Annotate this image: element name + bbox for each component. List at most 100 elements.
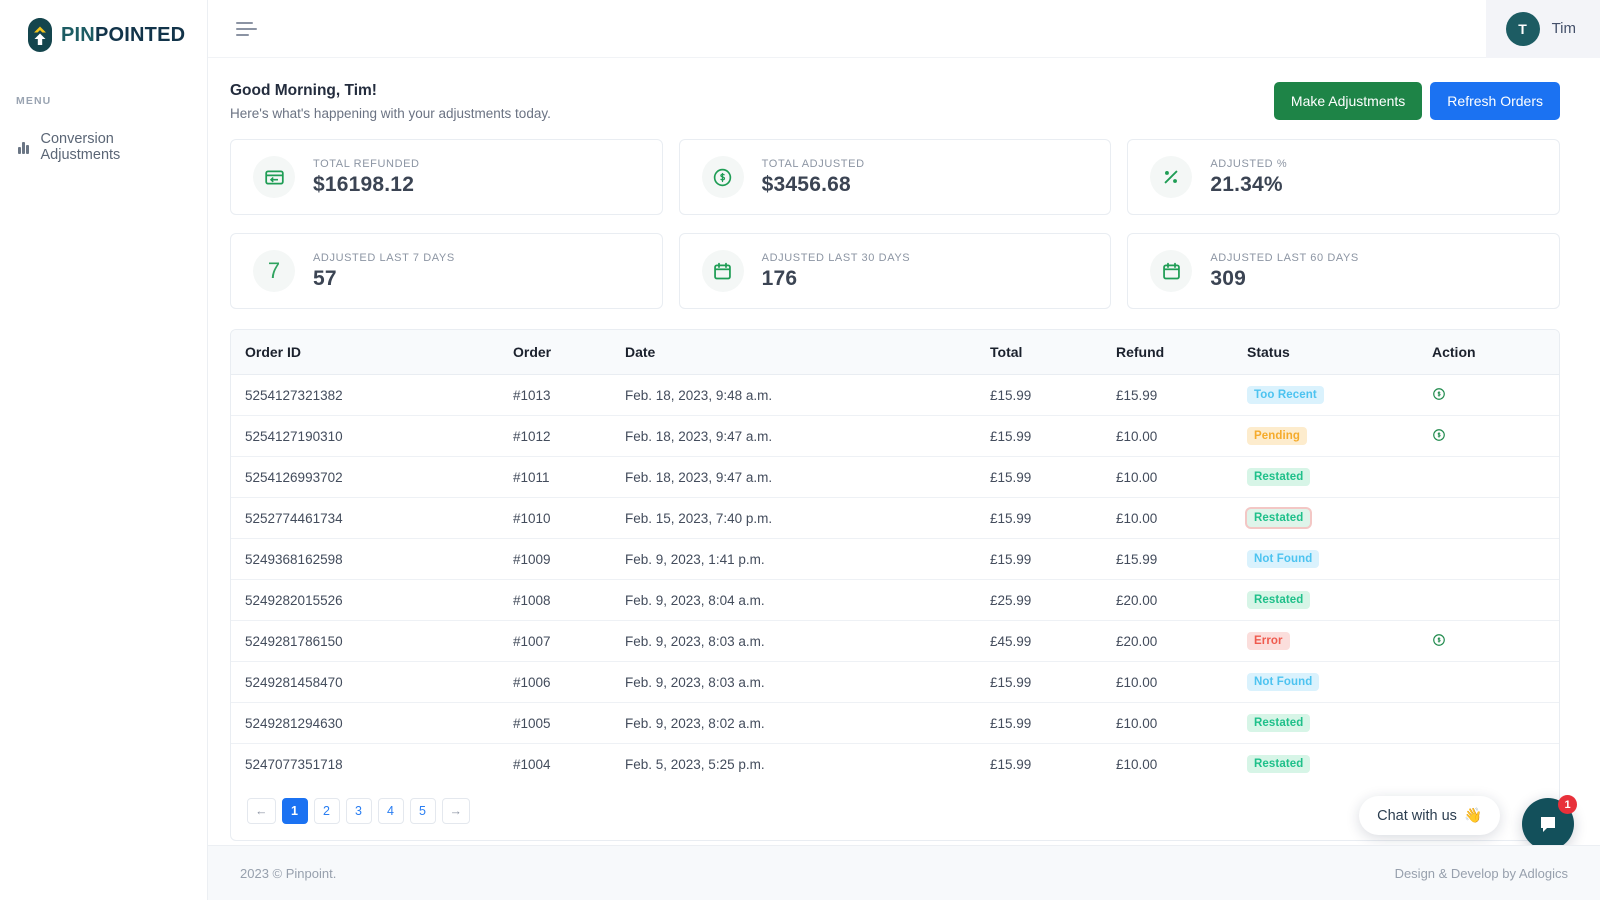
column-header-date[interactable]: Date (611, 330, 976, 375)
stat-label: ADJUSTED LAST 60 DAYS (1210, 252, 1359, 264)
greeting-row: Good Morning, Tim! Here's what's happeni… (230, 82, 1560, 121)
pagination-next-button[interactable]: → (442, 798, 471, 824)
stat-card-text: ADJUSTED LAST 60 DAYS 309 (1210, 252, 1359, 291)
cell-status: Too Recent (1233, 375, 1418, 416)
cell-order-id: 5249281458470 (231, 662, 499, 703)
cell-refund: £15.99 (1102, 539, 1233, 580)
cell-action (1418, 375, 1559, 416)
cell-order: #1011 (499, 457, 611, 498)
money-refresh-icon (702, 156, 744, 198)
adjust-icon[interactable] (1432, 635, 1446, 650)
adjust-icon[interactable] (1432, 389, 1446, 404)
column-header-total[interactable]: Total (976, 330, 1102, 375)
make-adjustments-button[interactable]: Make Adjustments (1274, 82, 1422, 120)
cell-action (1418, 703, 1559, 744)
status-badge: Error (1247, 632, 1290, 650)
cell-refund: £10.00 (1102, 662, 1233, 703)
cell-status: Pending (1233, 416, 1418, 457)
cell-status: Not Found (1233, 539, 1418, 580)
chat-launcher-button[interactable]: 1 (1522, 798, 1574, 850)
adjust-icon[interactable] (1432, 430, 1446, 445)
cell-action (1418, 457, 1559, 498)
column-header-refund[interactable]: Refund (1102, 330, 1233, 375)
table-row[interactable]: 5254127321382#1013Feb. 18, 2023, 9:48 a.… (231, 375, 1559, 416)
column-header-status[interactable]: Status (1233, 330, 1418, 375)
stat-cards-row-1: TOTAL REFUNDED $16198.12 TOTAL ADJUSTED (230, 139, 1560, 215)
app-logo[interactable]: PINPOINTED (0, 0, 207, 53)
table-row[interactable]: 5254127190310#1012Feb. 18, 2023, 9:47 a.… (231, 416, 1559, 457)
hamburger-icon[interactable] (232, 16, 261, 42)
cell-order: #1005 (499, 703, 611, 744)
pagination-page-4[interactable]: 4 (378, 798, 404, 824)
pagination-page-3[interactable]: 3 (346, 798, 372, 824)
stat-card-text: ADJUSTED LAST 30 DAYS 176 (762, 252, 911, 291)
table-row[interactable]: 5254126993702#1011Feb. 18, 2023, 9:47 a.… (231, 457, 1559, 498)
cell-total: £15.99 (976, 375, 1102, 416)
cell-status: Restated (1233, 703, 1418, 744)
chat-prompt-text: Chat with us (1377, 808, 1457, 824)
footer-credit: Design & Develop by Adlogics (1395, 866, 1568, 881)
table-row[interactable]: 5249281458470#1006Feb. 9, 2023, 8:03 a.m… (231, 662, 1559, 703)
logo-wordmark: PINPOINTED (61, 25, 185, 45)
refresh-orders-button[interactable]: Refresh Orders (1430, 82, 1560, 120)
cell-refund: £10.00 (1102, 457, 1233, 498)
stat-card-text: ADJUSTED % 21.34% (1210, 158, 1287, 197)
stat-card-text: ADJUSTED LAST 7 DAYS 57 (313, 252, 455, 291)
chat-bubble-icon (1536, 812, 1560, 836)
cell-order: #1009 (499, 539, 611, 580)
table-head: Order ID Order Date Total Refund Status … (231, 330, 1559, 375)
cell-total: £45.99 (976, 621, 1102, 662)
greeting-block: Good Morning, Tim! Here's what's happeni… (230, 82, 551, 121)
column-header-order[interactable]: Order (499, 330, 611, 375)
cell-date: Feb. 18, 2023, 9:47 a.m. (611, 457, 976, 498)
status-badge: Restated (1247, 468, 1310, 486)
cell-action (1418, 539, 1559, 580)
app-root: PINPOINTED MENU Conversion Adjustments T… (0, 0, 1600, 900)
hamburger-line (236, 34, 249, 36)
bar-chart-icon (18, 141, 29, 154)
table-row[interactable]: 5252774461734#1010Feb. 15, 2023, 7:40 p.… (231, 498, 1559, 539)
cell-order: #1004 (499, 744, 611, 785)
orders-table-container: Order ID Order Date Total Refund Status … (230, 329, 1560, 841)
stat-card-adjusted-last-30-days: ADJUSTED LAST 30 DAYS 176 (679, 233, 1112, 309)
cell-order: #1008 (499, 580, 611, 621)
page-title: Good Morning, Tim! (230, 82, 551, 100)
cell-status: Error (1233, 621, 1418, 662)
table-row[interactable]: 5249368162598#1009Feb. 9, 2023, 1:41 p.m… (231, 539, 1559, 580)
cell-order: #1013 (499, 375, 611, 416)
pagination-page-5[interactable]: 5 (410, 798, 436, 824)
sidebar: PINPOINTED MENU Conversion Adjustments (0, 0, 208, 900)
stat-card-total-adjusted: TOTAL ADJUSTED $3456.68 (679, 139, 1112, 215)
column-header-action: Action (1418, 330, 1559, 375)
cell-action (1418, 416, 1559, 457)
cell-status: Not Found (1233, 662, 1418, 703)
footer: 2023 © Pinpoint. Design & Develop by Adl… (208, 845, 1600, 900)
status-badge: Restated (1247, 509, 1310, 527)
stat-label: ADJUSTED LAST 7 DAYS (313, 252, 455, 264)
table-row[interactable]: 5249281786150#1007Feb. 9, 2023, 8:03 a.m… (231, 621, 1559, 662)
cell-action (1418, 498, 1559, 539)
stat-card-text: TOTAL ADJUSTED $3456.68 (762, 158, 865, 197)
pagination-page-2[interactable]: 2 (314, 798, 340, 824)
stat-label: ADJUSTED LAST 30 DAYS (762, 252, 911, 264)
number-7-icon: 7 (253, 250, 295, 292)
column-header-order-id[interactable]: Order ID (231, 330, 499, 375)
table-row[interactable]: 5247077351718#1004Feb. 5, 2023, 5:25 p.m… (231, 744, 1559, 785)
stat-value: 57 (313, 267, 455, 291)
table-row[interactable]: 5249281294630#1005Feb. 9, 2023, 8:02 a.m… (231, 703, 1559, 744)
table-header-row: Order ID Order Date Total Refund Status … (231, 330, 1559, 375)
sidebar-item-conversion-adjustments[interactable]: Conversion Adjustments (0, 121, 207, 173)
table-row[interactable]: 5249282015526#1008Feb. 9, 2023, 8:04 a.m… (231, 580, 1559, 621)
pagination-prev-button[interactable]: ← (247, 798, 276, 824)
cell-date: Feb. 9, 2023, 8:03 a.m. (611, 662, 976, 703)
cell-total: £15.99 (976, 539, 1102, 580)
user-menu[interactable]: T Tim (1486, 0, 1600, 58)
pagination-page-1[interactable]: 1 (282, 798, 308, 824)
sidebar-item-label: Conversion Adjustments (41, 131, 192, 163)
cell-date: Feb. 9, 2023, 8:03 a.m. (611, 621, 976, 662)
cell-status: Restated (1233, 580, 1418, 621)
cell-refund: £10.00 (1102, 744, 1233, 785)
user-name: Tim (1552, 20, 1576, 37)
chat-prompt-bubble[interactable]: Chat with us 👋 (1359, 796, 1500, 835)
main-area: T Tim Good Morning, Tim! Here's what's h… (208, 0, 1600, 900)
